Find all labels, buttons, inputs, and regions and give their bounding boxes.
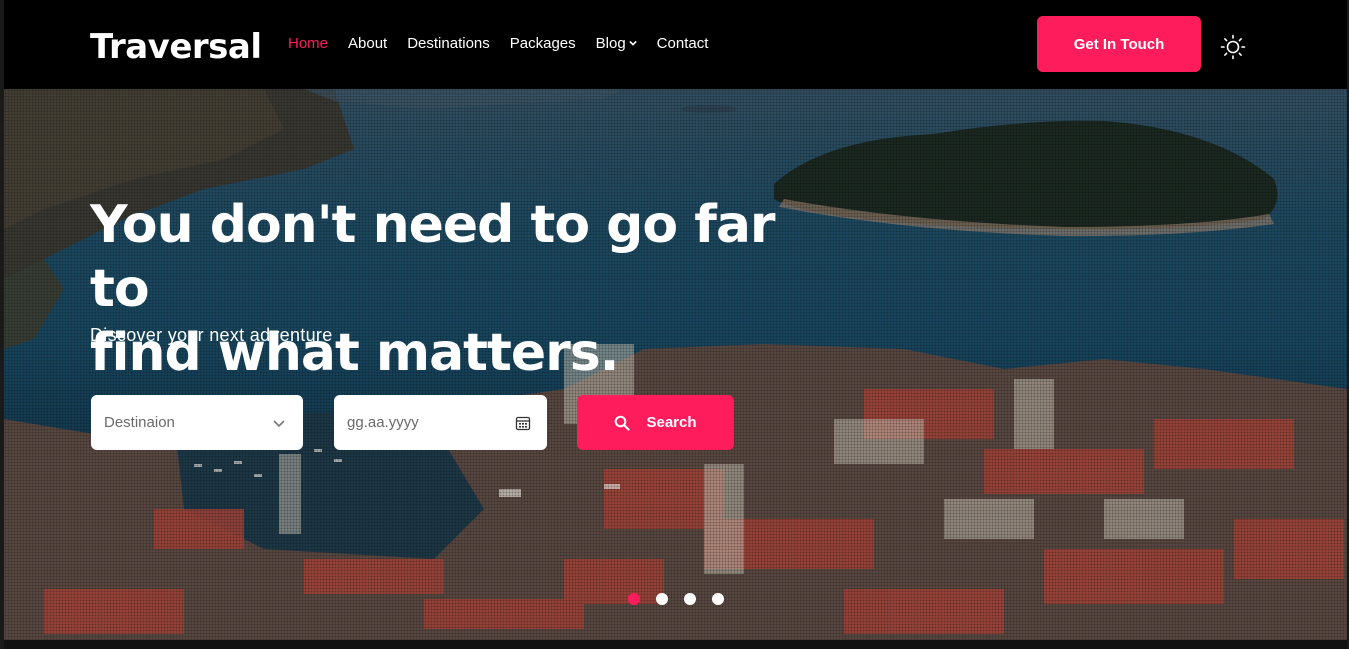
slide-dot-4[interactable]: [712, 593, 724, 605]
destination-placeholder: Destinaion: [104, 414, 175, 431]
nav-item-home[interactable]: Home: [288, 35, 328, 52]
sun-icon[interactable]: [1220, 34, 1246, 60]
get-in-touch-button[interactable]: Get In Touch: [1037, 16, 1201, 72]
slide-dot-3[interactable]: [684, 593, 696, 605]
calendar-icon[interactable]: [515, 415, 531, 431]
site-header: Traversal Home About Destinations Packag…: [4, 0, 1347, 89]
date-input[interactable]: gg.aa.yyyy: [334, 395, 547, 450]
date-placeholder: gg.aa.yyyy: [347, 414, 419, 431]
slide-dot-1[interactable]: [628, 593, 640, 605]
search-icon: [615, 415, 631, 431]
slide-dot-2[interactable]: [656, 593, 668, 605]
headline-line-1: You don't need to go far to: [90, 195, 776, 319]
hero-subtitle: Discover your next adventure: [90, 325, 333, 345]
slider-pagination: [628, 593, 724, 605]
chevron-down-icon: [628, 40, 637, 46]
section-divider: [4, 640, 1347, 649]
hero-section: You don't need to go far to find what ma…: [4, 89, 1347, 640]
search-button-label: Search: [646, 414, 697, 431]
nav-item-about[interactable]: About: [348, 35, 387, 52]
main-nav: Home About Destinations Packages Blog Co…: [288, 35, 728, 52]
nav-item-destinations[interactable]: Destinations: [407, 35, 490, 52]
hero-headline: You don't need to go far to find what ma…: [90, 193, 790, 385]
nav-item-packages[interactable]: Packages: [510, 35, 576, 52]
destination-select[interactable]: Destinaion: [91, 395, 303, 450]
nav-item-blog[interactable]: Blog: [596, 35, 637, 52]
nav-item-contact[interactable]: Contact: [657, 35, 709, 52]
page-frame: Traversal Home About Destinations Packag…: [4, 0, 1347, 649]
chevron-down-icon: [273, 419, 285, 427]
search-button[interactable]: Search: [577, 395, 734, 450]
logo[interactable]: Traversal: [90, 27, 262, 67]
